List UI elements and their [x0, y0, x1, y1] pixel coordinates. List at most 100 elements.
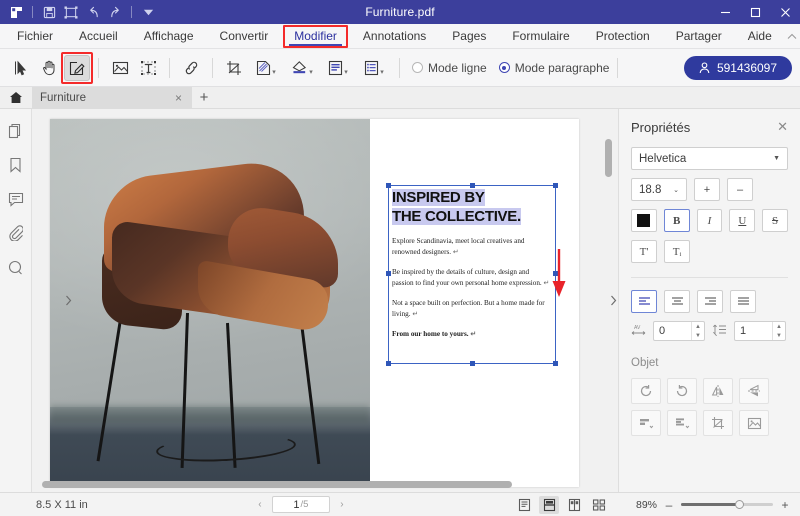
page-image-bar-stool[interactable] [50, 119, 370, 487]
add-image-tool-button[interactable] [107, 55, 133, 81]
undo-icon[interactable] [83, 3, 103, 21]
account-button[interactable]: 591436097 [684, 55, 792, 80]
tab-annotations[interactable]: Annotations [350, 24, 439, 48]
pdf-page[interactable]: INSPIRED BY THE COLLECTIVE. Explore Scan… [50, 119, 579, 487]
collapse-properties-panel-button[interactable] [609, 284, 618, 318]
align-left-button[interactable] [631, 290, 657, 313]
chevron-up-icon[interactable] [785, 24, 800, 48]
redo-icon[interactable] [105, 3, 125, 21]
italic-button[interactable]: I [696, 209, 723, 232]
document-tab-furniture[interactable]: Furniture × [32, 87, 192, 108]
distribute-objects-button[interactable] [667, 410, 697, 436]
tab-aide[interactable]: Aide [735, 24, 785, 48]
letter-spacing-input[interactable]: 0 ▲ ▼ [653, 321, 705, 341]
increase-font-size-button[interactable]: + [694, 178, 720, 201]
zoom-slider-knob[interactable] [735, 500, 744, 509]
new-tab-button[interactable]: + [192, 87, 216, 108]
background-tool-button[interactable]: ▾ [285, 55, 319, 81]
flip-vertical-button[interactable] [739, 378, 769, 404]
home-icon[interactable] [0, 87, 32, 108]
tab-protection[interactable]: Protection [583, 24, 663, 48]
flip-horizontal-button[interactable] [703, 378, 733, 404]
chevron-down-icon-4[interactable]: ▾ [380, 69, 384, 76]
close-properties-icon[interactable]: ✕ [777, 119, 788, 135]
tab-pages[interactable]: Pages [439, 24, 499, 48]
crop-tool-button[interactable] [221, 55, 247, 81]
rotate-left-button[interactable] [631, 378, 661, 404]
radio-mode-paragraphe[interactable]: Mode paragraphe [498, 61, 609, 75]
resize-handle-ne[interactable] [553, 183, 558, 188]
stepper-down[interactable]: ▼ [692, 331, 704, 340]
font-size-select[interactable]: 18.8 ⌄ [631, 178, 687, 201]
bold-button[interactable]: B [663, 209, 690, 232]
align-right-button[interactable] [697, 290, 723, 313]
superscript-button[interactable]: T' [631, 240, 657, 263]
bookmarks-icon[interactable] [5, 155, 27, 175]
chevron-down-icon-2[interactable]: ▾ [309, 69, 313, 76]
crop-image-button[interactable] [703, 410, 733, 436]
line-height-steppers[interactable]: ▲ ▼ [772, 322, 785, 340]
tab-formulaire[interactable]: Formulaire [499, 24, 582, 48]
document-canvas[interactable]: INSPIRED BY THE COLLECTIVE. Explore Scan… [32, 109, 618, 492]
object-select-icon[interactable] [61, 3, 81, 21]
zoom-out-button[interactable]: – [664, 498, 674, 512]
resize-handle-se[interactable] [553, 361, 558, 366]
close-tab-icon[interactable]: × [173, 91, 184, 105]
hand-tool-button[interactable] [36, 55, 62, 81]
select-tool-button[interactable] [8, 55, 34, 81]
zoom-slider[interactable] [681, 500, 773, 510]
font-family-select[interactable]: Helvetica ▼ [631, 147, 788, 170]
zoom-in-button[interactable]: + [780, 498, 790, 512]
editable-text-block[interactable]: INSPIRED BY THE COLLECTIVE. Explore Scan… [392, 189, 552, 341]
customize-dropdown-icon[interactable] [138, 3, 158, 21]
rotate-right-button[interactable] [667, 378, 697, 404]
page-number-input[interactable]: 1 /5 [271, 496, 330, 513]
horizontal-scrollbar-thumb[interactable] [42, 481, 512, 488]
comments-icon[interactable] [5, 189, 27, 209]
resize-handle-n[interactable] [470, 183, 475, 188]
add-text-tool-button[interactable] [135, 55, 161, 81]
maximize-button[interactable] [740, 0, 770, 24]
stepper-down-2[interactable]: ▼ [773, 331, 785, 340]
stepper-up[interactable]: ▲ [692, 322, 704, 331]
single-page-view-button[interactable] [514, 496, 534, 514]
tab-accueil[interactable]: Accueil [66, 24, 131, 48]
tab-fichier[interactable]: Fichier [4, 24, 66, 48]
search-icon[interactable] [5, 257, 27, 277]
watermark-tool-button[interactable]: ▾ [249, 55, 283, 81]
minimize-button[interactable] [710, 0, 740, 24]
radio-mode-ligne[interactable]: Mode ligne [412, 61, 487, 75]
link-tool-button[interactable] [178, 55, 204, 81]
resize-handle-w[interactable] [386, 271, 391, 276]
header-footer-tool-button[interactable]: ▾ [321, 55, 355, 81]
resize-handle-s[interactable] [470, 361, 475, 366]
app-logo-icon[interactable] [6, 3, 26, 21]
save-icon[interactable] [39, 3, 59, 21]
continuous-view-button[interactable] [539, 495, 559, 514]
attachments-icon[interactable] [5, 223, 27, 243]
page-text-column[interactable]: INSPIRED BY THE COLLECTIVE. Explore Scan… [370, 119, 579, 487]
prev-page-button[interactable]: ‹ [254, 499, 266, 510]
tab-convertir[interactable]: Convertir [207, 24, 282, 48]
align-center-button[interactable] [664, 290, 690, 313]
grid-view-button[interactable] [589, 496, 609, 514]
underline-button[interactable]: U [729, 209, 756, 232]
edit-text-tool-button[interactable] [61, 51, 93, 84]
next-page-button[interactable]: › [336, 499, 348, 510]
resize-handle-sw[interactable] [386, 361, 391, 366]
line-height-input[interactable]: 1 ▲ ▼ [734, 321, 786, 341]
replace-image-button[interactable] [739, 410, 769, 436]
collapse-left-panel-button[interactable] [64, 284, 73, 318]
subscript-button[interactable]: Tᵢ [664, 240, 690, 263]
resize-handle-nw[interactable] [386, 183, 391, 188]
zoom-level-label[interactable]: 89% [631, 499, 657, 511]
tab-affichage[interactable]: Affichage [131, 24, 207, 48]
tab-modifier[interactable]: Modifier [281, 24, 350, 48]
tab-partager[interactable]: Partager [663, 24, 735, 48]
text-color-swatch[interactable] [631, 209, 657, 232]
decrease-font-size-button[interactable]: – [727, 178, 753, 201]
align-justify-button[interactable] [730, 290, 756, 313]
chevron-down-icon-3[interactable]: ▾ [344, 69, 348, 76]
strikethrough-button[interactable]: S [762, 209, 788, 232]
bates-numbering-tool-button[interactable]: ▾ [357, 55, 391, 81]
